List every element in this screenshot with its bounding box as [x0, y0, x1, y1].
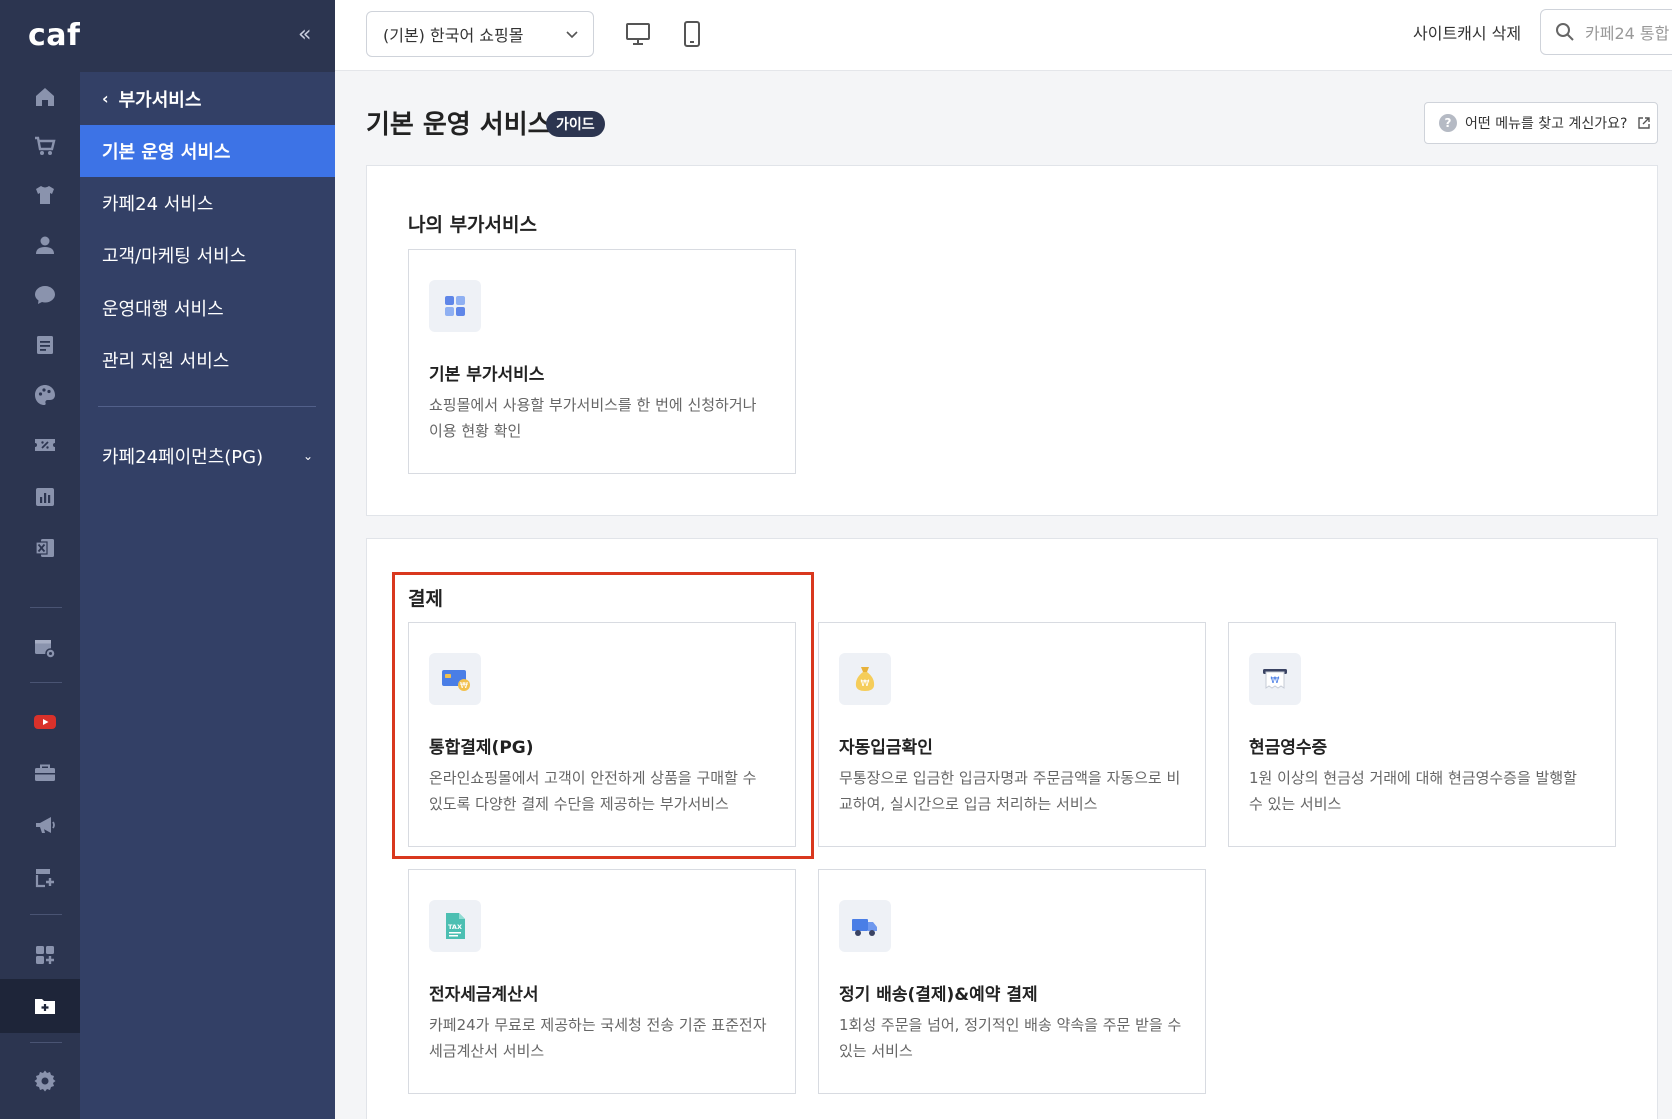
rail-divider: [30, 914, 62, 915]
chevron-down-icon: [566, 31, 578, 39]
store-add-icon[interactable]: [30, 862, 60, 892]
chat-icon[interactable]: [30, 280, 60, 310]
search-icon: [1556, 23, 1574, 41]
service-card-subscription[interactable]: 정기 배송(결제)&예약 결제 1회성 주문을 넘어, 정기적인 배송 약속을 …: [818, 869, 1206, 1094]
settings-icon[interactable]: [30, 1066, 60, 1096]
rail-divider: [30, 1042, 62, 1043]
submenu-item-cafe24-service[interactable]: 카페24 서비스: [80, 177, 335, 229]
svg-text:₩: ₩: [861, 679, 870, 689]
submenu-item-label: 카페24페이먼츠(PG): [102, 447, 264, 468]
person-icon[interactable]: [30, 230, 60, 260]
card-description: 1원 이상의 현금성 거래에 대해 현금영수증을 발행할 수 있는 서비스: [1249, 769, 1577, 813]
collapse-sidebar-button[interactable]: «: [298, 22, 311, 47]
menu-finder-label: 어떤 메뉴를 찾고 계신가요?: [1465, 116, 1628, 132]
search-input[interactable]: 카페24 통합: [1540, 9, 1672, 55]
excel-icon[interactable]: [30, 533, 60, 563]
svg-text:TAX: TAX: [448, 923, 462, 931]
money-bag-icon: ₩: [839, 653, 891, 705]
submenu-divider: [98, 406, 316, 407]
search-placeholder: 카페24 통합: [1585, 24, 1670, 43]
submenu-item-label: 관리 지원 서비스: [102, 351, 230, 372]
submenu-item-label: 고객/마케팅 서비스: [102, 246, 247, 267]
service-card-basic[interactable]: 기본 부가서비스 쇼핑몰에서 사용할 부가서비스를 한 번에 신청하거나 이용 …: [408, 249, 796, 474]
desktop-view-icon[interactable]: [624, 20, 652, 48]
receipt-icon: ₩: [1249, 653, 1301, 705]
briefcase-icon[interactable]: [30, 758, 60, 788]
youtube-icon[interactable]: [30, 707, 60, 737]
palette-icon[interactable]: [30, 380, 60, 410]
card-description: 무통장으로 입금한 입금자명과 주문금액을 자동으로 비교하여, 실시간으로 입…: [839, 769, 1181, 813]
my-services-title: 나의 부가서비스: [408, 214, 537, 236]
chevron-down-icon: ⌄: [302, 449, 313, 463]
delete-site-cache-button[interactable]: 사이트캐시 삭제: [1413, 20, 1521, 44]
mobile-view-icon[interactable]: [678, 20, 706, 48]
submenu-item-label: 카페24 서비스: [102, 194, 214, 215]
external-link-icon: [1638, 117, 1651, 129]
submenu-back-button[interactable]: ‹ 부가서비스: [80, 72, 335, 125]
document-icon[interactable]: [30, 330, 60, 360]
guide-badge[interactable]: 가이드: [546, 111, 605, 137]
submenu-back-label: 부가서비스: [118, 89, 202, 111]
page-title: 기본 운영 서비스: [366, 110, 552, 140]
submenu-header: [80, 0, 335, 72]
service-card-e-tax-invoice[interactable]: TAX 전자세금계산서 카페24가 무료로 제공하는 국세청 전송 기준 표준전…: [408, 869, 796, 1094]
coupon-icon[interactable]: [30, 430, 60, 460]
submenu-item-agency[interactable]: 운영대행 서비스: [80, 282, 335, 334]
submenu-item-management-support[interactable]: 관리 지원 서비스: [80, 334, 335, 386]
home-icon[interactable]: [30, 82, 60, 112]
calendar-gear-icon[interactable]: [30, 633, 60, 663]
service-card-cash-receipt[interactable]: ₩ 현금영수증 1원 이상의 현금성 거래에 대해 현금영수증을 발행할 수 있…: [1228, 622, 1616, 847]
apps-icon[interactable]: [30, 940, 60, 970]
submenu-item-cafe24-payments[interactable]: 카페24페이먼츠(PG) ⌄: [80, 430, 335, 482]
rail-divider: [30, 607, 62, 608]
mall-select-value: (기본) 한국어 쇼핑몰: [383, 26, 524, 45]
question-icon: ?: [1439, 114, 1457, 132]
submenu-item-basic-operation[interactable]: 기본 운영 서비스: [80, 125, 335, 177]
rail-divider: [30, 682, 62, 683]
service-card-auto-deposit[interactable]: ₩ 자동입금확인 무통장으로 입금한 입금자명과 주문금액을 자동으로 비교하여…: [818, 622, 1206, 847]
shirt-icon[interactable]: [30, 180, 60, 210]
card-description: 카페24가 무료로 제공하는 국세청 전송 기준 표준전자세금계산서 서비스: [429, 1016, 767, 1060]
cart-icon[interactable]: [30, 131, 60, 161]
submenu-item-customer-marketing[interactable]: 고객/마케팅 서비스: [80, 229, 335, 281]
mall-select-dropdown[interactable]: (기본) 한국어 쇼핑몰: [366, 11, 594, 57]
megaphone-icon[interactable]: [30, 810, 60, 840]
card-title: 기본 부가서비스: [429, 365, 545, 385]
card-title: 정기 배송(결제)&예약 결제: [839, 985, 1038, 1005]
tax-document-icon: TAX: [429, 900, 481, 952]
card-title: 현금영수증: [1249, 738, 1328, 758]
highlight-annotation-box: [392, 572, 814, 859]
card-title: 자동입금확인: [839, 738, 933, 758]
grid-icon: [429, 280, 481, 332]
delivery-truck-icon: [839, 900, 891, 952]
card-description: 1회성 주문을 넘어, 정기적인 배송 약속을 주문 받을 수 있는 서비스: [839, 1016, 1182, 1060]
submenu-item-label: 기본 운영 서비스: [102, 142, 231, 163]
chart-icon[interactable]: [30, 482, 60, 512]
card-title: 전자세금계산서: [429, 985, 539, 1005]
submenu-item-label: 운영대행 서비스: [102, 299, 224, 320]
menu-finder-button[interactable]: ? 어떤 메뉴를 찾고 계신가요?: [1424, 102, 1658, 144]
svg-text:₩: ₩: [1271, 676, 1280, 686]
chevron-left-icon: ‹: [102, 89, 109, 108]
card-description: 쇼핑몰에서 사용할 부가서비스를 한 번에 신청하거나 이용 현황 확인: [429, 396, 757, 440]
folder-plus-icon[interactable]: [30, 991, 60, 1021]
